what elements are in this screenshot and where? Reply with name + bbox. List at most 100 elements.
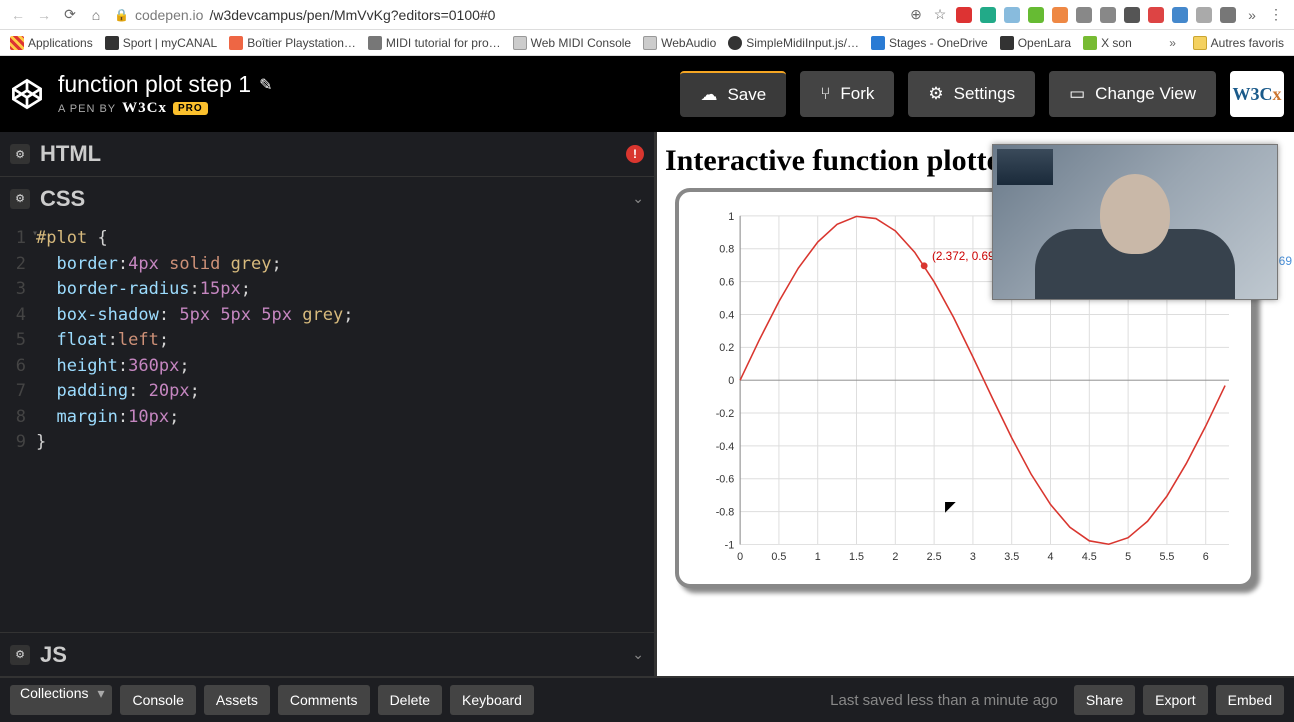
plus-icon: [105, 36, 119, 50]
svg-text:4: 4: [1048, 551, 1054, 563]
css-editor[interactable]: 1▾#plot {2 border:4px solid grey;3 borde…: [0, 220, 654, 632]
keyboard-button[interactable]: Keyboard: [450, 685, 534, 715]
svg-text:-0.8: -0.8: [716, 507, 735, 519]
ext-icon[interactable]: [1172, 7, 1188, 23]
collections-select[interactable]: Collections: [10, 685, 112, 715]
delete-button[interactable]: Delete: [378, 685, 442, 715]
ext-icon[interactable]: [1028, 7, 1044, 23]
overflow-icon[interactable]: »: [1244, 7, 1260, 23]
bookmark-item[interactable]: Sport | myCANAL: [105, 36, 217, 50]
reload-icon[interactable]: ⟳: [62, 6, 78, 23]
svg-text:0.8: 0.8: [719, 244, 734, 256]
edit-icon[interactable]: ✎: [259, 75, 272, 95]
comments-button[interactable]: Comments: [278, 685, 370, 715]
fork-icon: ⑂: [820, 84, 830, 104]
svg-text:-0.2: -0.2: [716, 408, 735, 420]
ext-icon[interactable]: [1076, 7, 1092, 23]
zoom-icon[interactable]: ⊕: [908, 6, 924, 23]
chevron-down-icon[interactable]: ⌄: [632, 190, 644, 207]
page-icon: [643, 36, 657, 50]
bookmarks-bar: Applications Sport | myCANAL Boîtier Pla…: [0, 30, 1294, 56]
bookmark-item[interactable]: OpenLara: [1000, 36, 1071, 50]
ext-icon[interactable]: [956, 7, 972, 23]
svg-text:0: 0: [737, 551, 743, 563]
svg-text:1.5: 1.5: [849, 551, 864, 563]
svg-text:0.6: 0.6: [719, 277, 734, 289]
save-button[interactable]: ☁ Save: [680, 71, 786, 117]
gear-icon: ⚙: [928, 84, 943, 104]
chevron-down-icon[interactable]: ⌄: [632, 646, 644, 663]
svg-text:0.2: 0.2: [719, 342, 734, 354]
gear-icon[interactable]: ⚙: [10, 189, 30, 209]
apps-icon: [10, 36, 24, 50]
overflow-icon[interactable]: »: [1165, 36, 1181, 50]
footer-bar: Collections Console Assets Comments Dele…: [0, 676, 1294, 722]
svg-text:-0.4: -0.4: [716, 441, 735, 453]
url-path: /w3devcampus/pen/MmVvKg?editors=0100#0: [209, 7, 495, 23]
fork-button[interactable]: ⑂ Fork: [800, 71, 894, 117]
pen-title[interactable]: function plot step 1: [58, 71, 251, 98]
address-bar[interactable]: 🔒 codepen.io /w3devcampus/pen/MmVvKg?edi…: [114, 7, 898, 23]
html-panel-header[interactable]: ⚙ HTML !: [0, 132, 654, 176]
pip-thumbnail: [997, 149, 1053, 185]
author-avatar[interactable]: W3Cx: [1230, 71, 1284, 117]
favicon-icon: [368, 36, 382, 50]
star-icon[interactable]: ☆: [932, 6, 948, 23]
preview-pane: Interactive function plotter 00.511.522.…: [654, 132, 1294, 676]
url-host: codepen.io: [135, 7, 204, 23]
cloud-icon: [871, 36, 885, 50]
settings-button[interactable]: ⚙ Settings: [908, 71, 1035, 117]
home-icon[interactable]: ⌂: [88, 7, 104, 23]
embed-button[interactable]: Embed: [1216, 685, 1284, 715]
folder-icon: [1193, 36, 1207, 50]
error-badge-icon[interactable]: !: [626, 145, 644, 163]
ext-icon[interactable]: [1052, 7, 1068, 23]
codepen-header: function plot step 1 ✎ A PEN BY W3Cx PRO…: [0, 56, 1294, 132]
apps-button[interactable]: Applications: [10, 36, 93, 50]
bookmark-item[interactable]: WebAudio: [643, 36, 716, 50]
workspace: ⚙ HTML ! ⚙ CSS ⌄ 1▾#plot {2 border:4px s…: [0, 132, 1294, 676]
export-button[interactable]: Export: [1143, 685, 1207, 715]
ext-icon[interactable]: [980, 7, 996, 23]
bookmark-item[interactable]: SimpleMidiInput.js/…: [728, 36, 859, 50]
back-icon[interactable]: ←: [10, 7, 26, 23]
browser-toolbar: ← → ⟳ ⌂ 🔒 codepen.io /w3devcampus/pen/Mm…: [0, 0, 1294, 30]
pen-by-label: A PEN BY: [58, 103, 116, 115]
js-panel-title: JS: [40, 642, 67, 668]
favicon-icon: [1000, 36, 1014, 50]
ext-icon[interactable]: [1004, 7, 1020, 23]
ext-icon[interactable]: [1100, 7, 1116, 23]
gear-icon[interactable]: ⚙: [10, 144, 30, 164]
bookmark-item[interactable]: Web MIDI Console: [513, 36, 631, 50]
gear-icon[interactable]: ⚙: [10, 645, 30, 665]
js-panel-header[interactable]: ⚙ JS ⌄: [0, 632, 654, 676]
author-link[interactable]: W3Cx: [122, 100, 167, 117]
person-head: [1100, 174, 1170, 254]
bookmark-item[interactable]: Boîtier Playstation…: [229, 36, 356, 50]
share-button[interactable]: Share: [1074, 685, 1135, 715]
layout-icon: ▭: [1069, 84, 1085, 104]
forward-icon[interactable]: →: [36, 7, 52, 23]
assets-button[interactable]: Assets: [204, 685, 270, 715]
svg-text:-0.6: -0.6: [716, 474, 735, 486]
svg-text:5.5: 5.5: [1159, 551, 1174, 563]
css-panel-header[interactable]: ⚙ CSS ⌄: [0, 176, 654, 220]
ext-icon[interactable]: [1148, 7, 1164, 23]
menu-icon[interactable]: ⋮: [1268, 6, 1284, 23]
svg-text:0: 0: [728, 375, 734, 387]
ext-icon[interactable]: [1124, 7, 1140, 23]
ext-icon[interactable]: [1220, 7, 1236, 23]
console-button[interactable]: Console: [120, 685, 195, 715]
svg-text:1: 1: [728, 212, 734, 223]
bookmark-item[interactable]: X son: [1083, 36, 1132, 50]
codepen-logo-icon[interactable]: [10, 77, 44, 111]
other-bookmarks[interactable]: Autres favoris: [1193, 36, 1284, 50]
github-icon: [728, 36, 742, 50]
svg-text:0.5: 0.5: [771, 551, 786, 563]
ext-icon[interactable]: [1196, 7, 1212, 23]
bookmark-item[interactable]: Stages - OneDrive: [871, 36, 988, 50]
change-view-button[interactable]: ▭ Change View: [1049, 71, 1216, 117]
svg-text:3: 3: [970, 551, 976, 563]
html-panel-title: HTML: [40, 141, 101, 167]
bookmark-item[interactable]: MIDI tutorial for pro…: [368, 36, 501, 50]
